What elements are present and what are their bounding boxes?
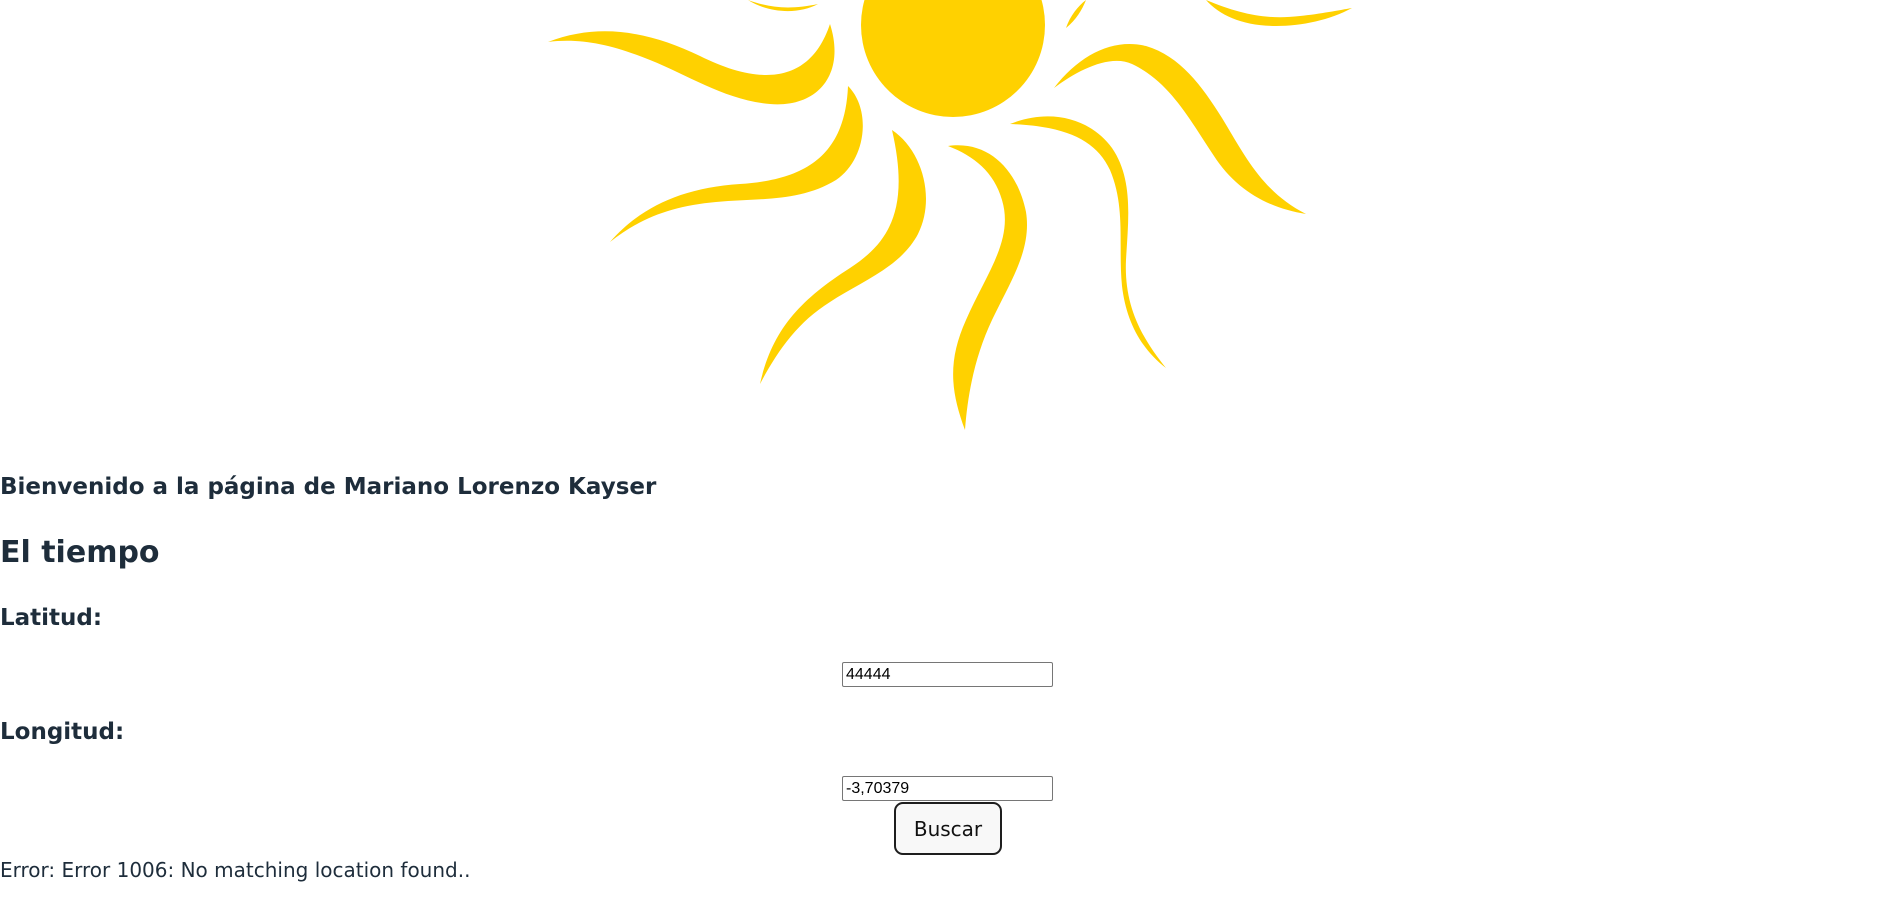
longitude-label: Longitud:	[0, 719, 125, 745]
sun-ray	[1066, 0, 1086, 28]
latitude-label: Latitud:	[0, 605, 103, 631]
sun-ray	[1206, 0, 1352, 26]
latitude-input[interactable]	[842, 662, 1053, 687]
page: Bienvenido a la página de Mariano Lorenz…	[0, 0, 1892, 917]
error-message: Error: Error 1006: No matching location …	[0, 858, 471, 882]
sun-ray	[948, 145, 1028, 430]
sun-icon	[548, 0, 1352, 430]
search-button[interactable]: Buscar	[894, 802, 1002, 855]
sun-ray	[610, 86, 863, 242]
longitude-input[interactable]	[842, 776, 1053, 801]
welcome-heading: Bienvenido a la página de Mariano Lorenz…	[0, 474, 657, 500]
sun-ray	[748, 0, 818, 12]
page-title: El tiempo	[0, 535, 160, 570]
sun-disc	[861, 0, 1045, 117]
sun-ray	[548, 24, 835, 105]
sun-ray	[1010, 116, 1166, 368]
